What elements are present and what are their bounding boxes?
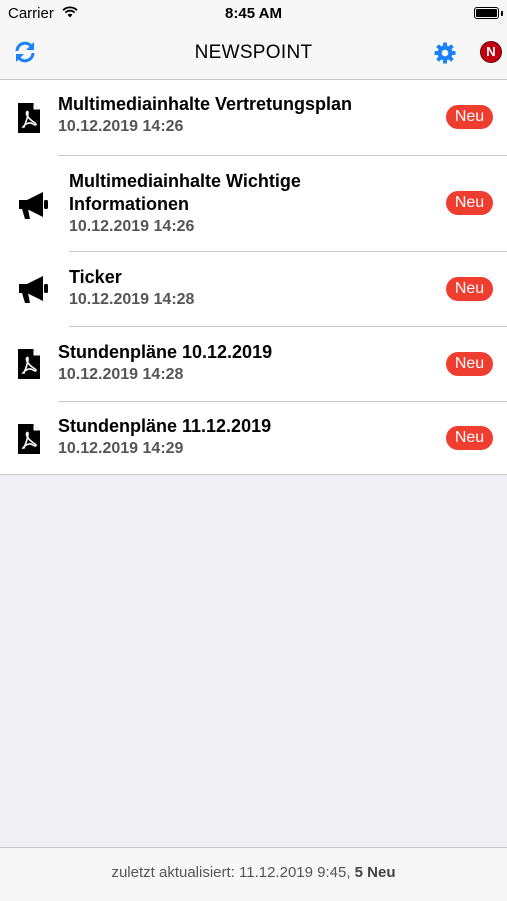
pdf-icon <box>18 424 40 454</box>
status-time: 8:45 AM <box>225 5 282 22</box>
new-count: 5 Neu <box>354 864 396 881</box>
megaphone-icon <box>19 276 48 303</box>
item-date: 10.12.2019 14:26 <box>58 118 184 135</box>
megaphone-icon <box>19 192 48 219</box>
page-title: NEWSPOINT <box>194 42 313 63</box>
new-badge: Neu <box>446 426 493 450</box>
list-item[interactable]: Stundenpläne 10.12.2019 10.12.2019 14:28… <box>0 327 507 402</box>
item-date: 10.12.2019 14:29 <box>58 440 184 457</box>
item-date: 10.12.2019 14:28 <box>58 366 184 383</box>
status-bar: Carrier 8:45 AM <box>0 0 507 28</box>
last-updated-text: zuletzt aktualisiert: 11.12.2019 9:45, <box>111 864 351 881</box>
battery-tip <box>501 11 503 16</box>
navigation-bar: NEWSPOINT N <box>0 28 507 80</box>
item-title: Stundenpläne 10.12.2019 <box>58 342 273 362</box>
new-badge: Neu <box>446 105 493 129</box>
gear-icon[interactable] <box>433 41 457 65</box>
profile-avatar[interactable]: N <box>480 41 502 63</box>
footer-status: zuletzt aktualisiert: 11.12.2019 9:45, 5… <box>0 847 507 901</box>
battery-icon <box>474 7 499 19</box>
new-badge: Neu <box>446 277 493 301</box>
item-date: 10.12.2019 14:26 <box>69 218 195 235</box>
item-title: Multimediainhalte Vertretungsplan <box>58 94 353 114</box>
new-badge: Neu <box>446 352 493 376</box>
item-date: 10.12.2019 14:28 <box>69 291 195 308</box>
item-title-line: Informationen <box>69 194 189 214</box>
news-list: Multimediainhalte Vertretungsplan 10.12.… <box>0 80 507 475</box>
list-item[interactable]: Multimediainhalte Wichtige Informationen… <box>0 156 507 252</box>
item-title-line: Multimediainhalte Wichtige <box>69 171 301 191</box>
pdf-icon <box>18 349 40 379</box>
item-title: Stundenpläne 11.12.2019 <box>58 416 272 436</box>
pdf-icon <box>18 103 40 133</box>
list-item[interactable]: Ticker 10.12.2019 14:28 Neu <box>0 252 507 327</box>
list-item[interactable]: Multimediainhalte Vertretungsplan 10.12.… <box>0 80 507 156</box>
list-item[interactable]: Stundenpläne 11.12.2019 10.12.2019 14:29… <box>0 402 507 474</box>
item-title: Ticker <box>69 267 122 287</box>
new-badge: Neu <box>446 191 493 215</box>
